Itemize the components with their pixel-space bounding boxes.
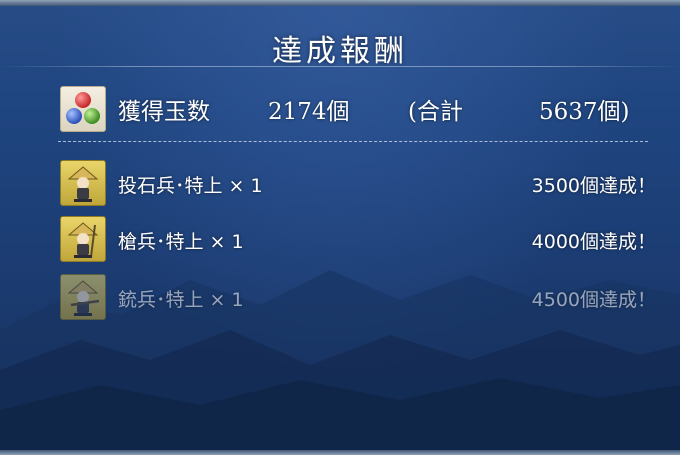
gem-total-value: 5637個) — [539, 99, 630, 125]
dashed-divider — [58, 141, 648, 142]
reward-goal: 4000個達成！ — [531, 231, 656, 253]
reward-label: 投石兵･特上 × 1 — [118, 175, 263, 197]
gunner-soldier-icon — [60, 274, 106, 320]
blue-gem-icon — [66, 108, 82, 124]
reward-goal: 3500個達成！ — [531, 175, 656, 197]
stone-thrower-soldier-icon — [60, 160, 106, 206]
achievement-rewards-panel: 達成報酬 獲得玉数 2174個 (合計 5637個) 投石兵･特上 × 1 35… — [0, 0, 680, 455]
panel-bottom-frame — [0, 450, 680, 455]
reward-row: 銃兵･特上 × 1 4500個達成！ — [60, 274, 660, 320]
reward-label: 槍兵･特上 × 1 — [118, 231, 244, 253]
gem-count-label: 獲得玉数 — [118, 99, 210, 125]
gem-count-current: 2174個 — [268, 99, 350, 125]
green-gem-icon — [84, 108, 100, 124]
gem-total-label: (合計 — [408, 99, 463, 125]
red-gem-icon — [75, 92, 91, 108]
reward-goal: 4500個達成！ — [531, 289, 656, 311]
gem-count-row: 獲得玉数 2174個 (合計 5637個) — [118, 92, 663, 125]
reward-row: 槍兵･特上 × 1 4000個達成！ — [60, 216, 660, 262]
panel-title: 達成報酬 — [272, 34, 408, 69]
colored-gems-icon — [60, 86, 106, 132]
reward-row: 投石兵･特上 × 1 3500個達成！ — [60, 160, 660, 206]
spearman-soldier-icon — [60, 216, 106, 262]
reward-label: 銃兵･特上 × 1 — [118, 289, 244, 311]
title-divider — [0, 66, 680, 67]
